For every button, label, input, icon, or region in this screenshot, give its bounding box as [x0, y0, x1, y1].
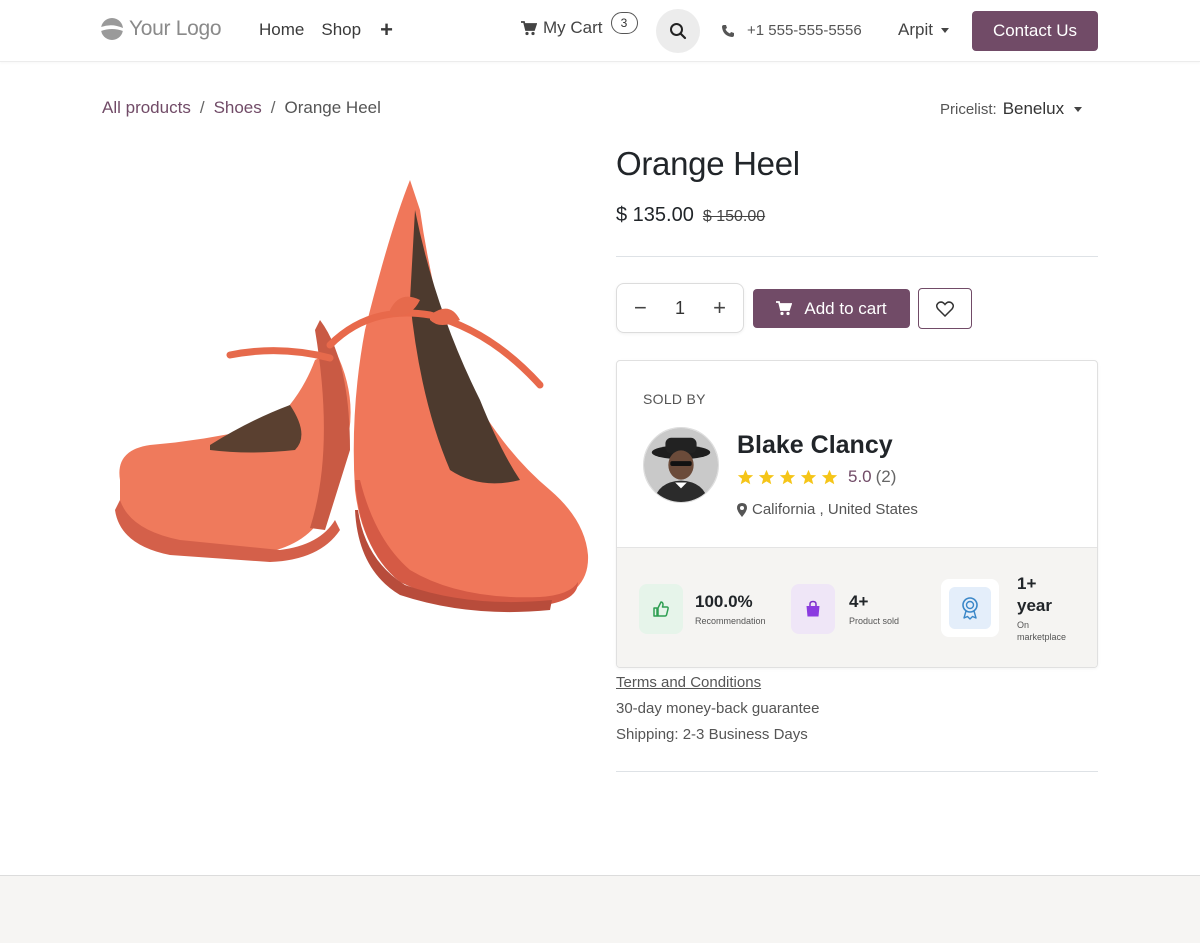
heart-icon [936, 300, 954, 317]
current-price: $ 135.00 [616, 204, 694, 226]
breadcrumb-shoes[interactable]: Shoes [214, 98, 262, 118]
star-icon [800, 469, 817, 484]
seller-card: SOLD BY Blake Clancy 5.0 (2) California … [616, 360, 1098, 668]
stat-value: 1+ [1017, 574, 1037, 593]
star-icon [821, 469, 838, 484]
search-icon [670, 23, 687, 40]
quantity-input[interactable] [665, 297, 695, 319]
left-shoe [115, 320, 351, 562]
divider [616, 771, 1098, 772]
star-icon [737, 469, 754, 484]
award-icon [941, 579, 999, 637]
user-menu[interactable]: Arpit [898, 20, 949, 40]
nav-more-button[interactable]: + [380, 19, 393, 41]
main-nav: Home Shop + [259, 19, 393, 41]
search-button[interactable] [656, 9, 700, 53]
stat-marketplace-years: 1+ year On marketplace [941, 574, 1066, 642]
guarantee-text: 30-day money-back guarantee [616, 700, 820, 717]
logo[interactable]: Your Logo [100, 17, 222, 41]
thumbs-up-icon [639, 584, 683, 634]
seller-stats: 100.0% Recommendation 4+ Product sold 1+… [617, 547, 1097, 667]
quantity-decrease-button[interactable]: − [634, 297, 647, 319]
stat-label: Recommendation [695, 616, 766, 626]
location-text: California , United States [752, 501, 918, 518]
divider [616, 256, 1098, 257]
add-to-cart-label: Add to cart [804, 298, 887, 318]
product-price: $ 135.00 $ 150.00 [616, 204, 765, 227]
breadcrumb-all-products[interactable]: All products [102, 98, 191, 118]
rating-value: 5.0 [848, 467, 872, 486]
logo-icon [101, 18, 123, 40]
sold-by-heading: SOLD BY [643, 391, 706, 407]
wishlist-button[interactable] [918, 288, 972, 329]
pricelist-dropdown[interactable]: Pricelist: Benelux [940, 99, 1083, 119]
cart-count-badge: 3 [610, 12, 638, 34]
stat-products-sold: 4+ Product sold [791, 584, 899, 634]
add-to-cart-button[interactable]: Add to cart [753, 289, 910, 328]
seller-avatar[interactable] [643, 427, 719, 503]
phone-icon [722, 24, 734, 37]
rating-count: (2) [875, 467, 897, 486]
nav-shop[interactable]: Shop [321, 20, 361, 40]
product-image[interactable] [100, 150, 600, 650]
chevron-down-icon [1074, 106, 1083, 112]
breadcrumb-current: Orange Heel [284, 98, 381, 117]
cart-icon [776, 301, 793, 316]
breadcrumb-separator: / [199, 98, 205, 117]
pricelist-label: Pricelist: [940, 100, 997, 118]
stat-value: 4+ [849, 592, 869, 611]
stat-recommendation: 100.0% Recommendation [639, 584, 766, 634]
breadcrumb-separator: / [270, 98, 276, 117]
original-price: $ 150.00 [702, 208, 766, 225]
stat-label: Product sold [849, 616, 900, 626]
quantity-increase-button[interactable]: + [713, 297, 726, 319]
stat-value: 100.0% [695, 592, 753, 611]
seller-name[interactable]: Blake Clancy [737, 431, 893, 460]
site-footer [0, 875, 1200, 943]
contact-us-button[interactable]: Contact Us [972, 11, 1098, 51]
stat-value: year [1017, 596, 1052, 615]
quantity-stepper: − + [616, 283, 744, 333]
star-icon [758, 469, 775, 484]
user-name: Arpit [898, 20, 933, 39]
pricelist-value: Benelux [1002, 99, 1065, 118]
phone-number: +1 555-555-5556 [747, 22, 862, 39]
shopping-bag-icon [791, 584, 835, 634]
product-title: Orange Heel [616, 145, 800, 182]
shipping-text: Shipping: 2-3 Business Days [616, 726, 808, 743]
nav-home[interactable]: Home [259, 20, 304, 40]
logo-text: Your Logo [129, 17, 222, 40]
star-icon [779, 469, 796, 484]
map-pin-icon [737, 502, 747, 517]
chevron-down-icon [940, 27, 949, 33]
phone-link[interactable]: +1 555-555-5556 [721, 22, 862, 39]
seller-location: California , United States [737, 501, 918, 518]
cart-link[interactable]: My Cart 3 [521, 12, 638, 38]
stat-label: On [1017, 620, 1030, 630]
seller-rating: 5.0 (2) [737, 467, 896, 487]
breadcrumb: All products / Shoes / Orange Heel [102, 98, 381, 118]
terms-link[interactable]: Terms and Conditions [616, 674, 761, 691]
cart-icon [521, 20, 537, 35]
site-header: Your Logo Home Shop + My Cart 3 +1 555-5… [0, 0, 1200, 62]
stat-label: marketplace [1017, 632, 1067, 642]
right-shoe [326, 180, 589, 613]
cart-label: My Cart [543, 18, 603, 37]
